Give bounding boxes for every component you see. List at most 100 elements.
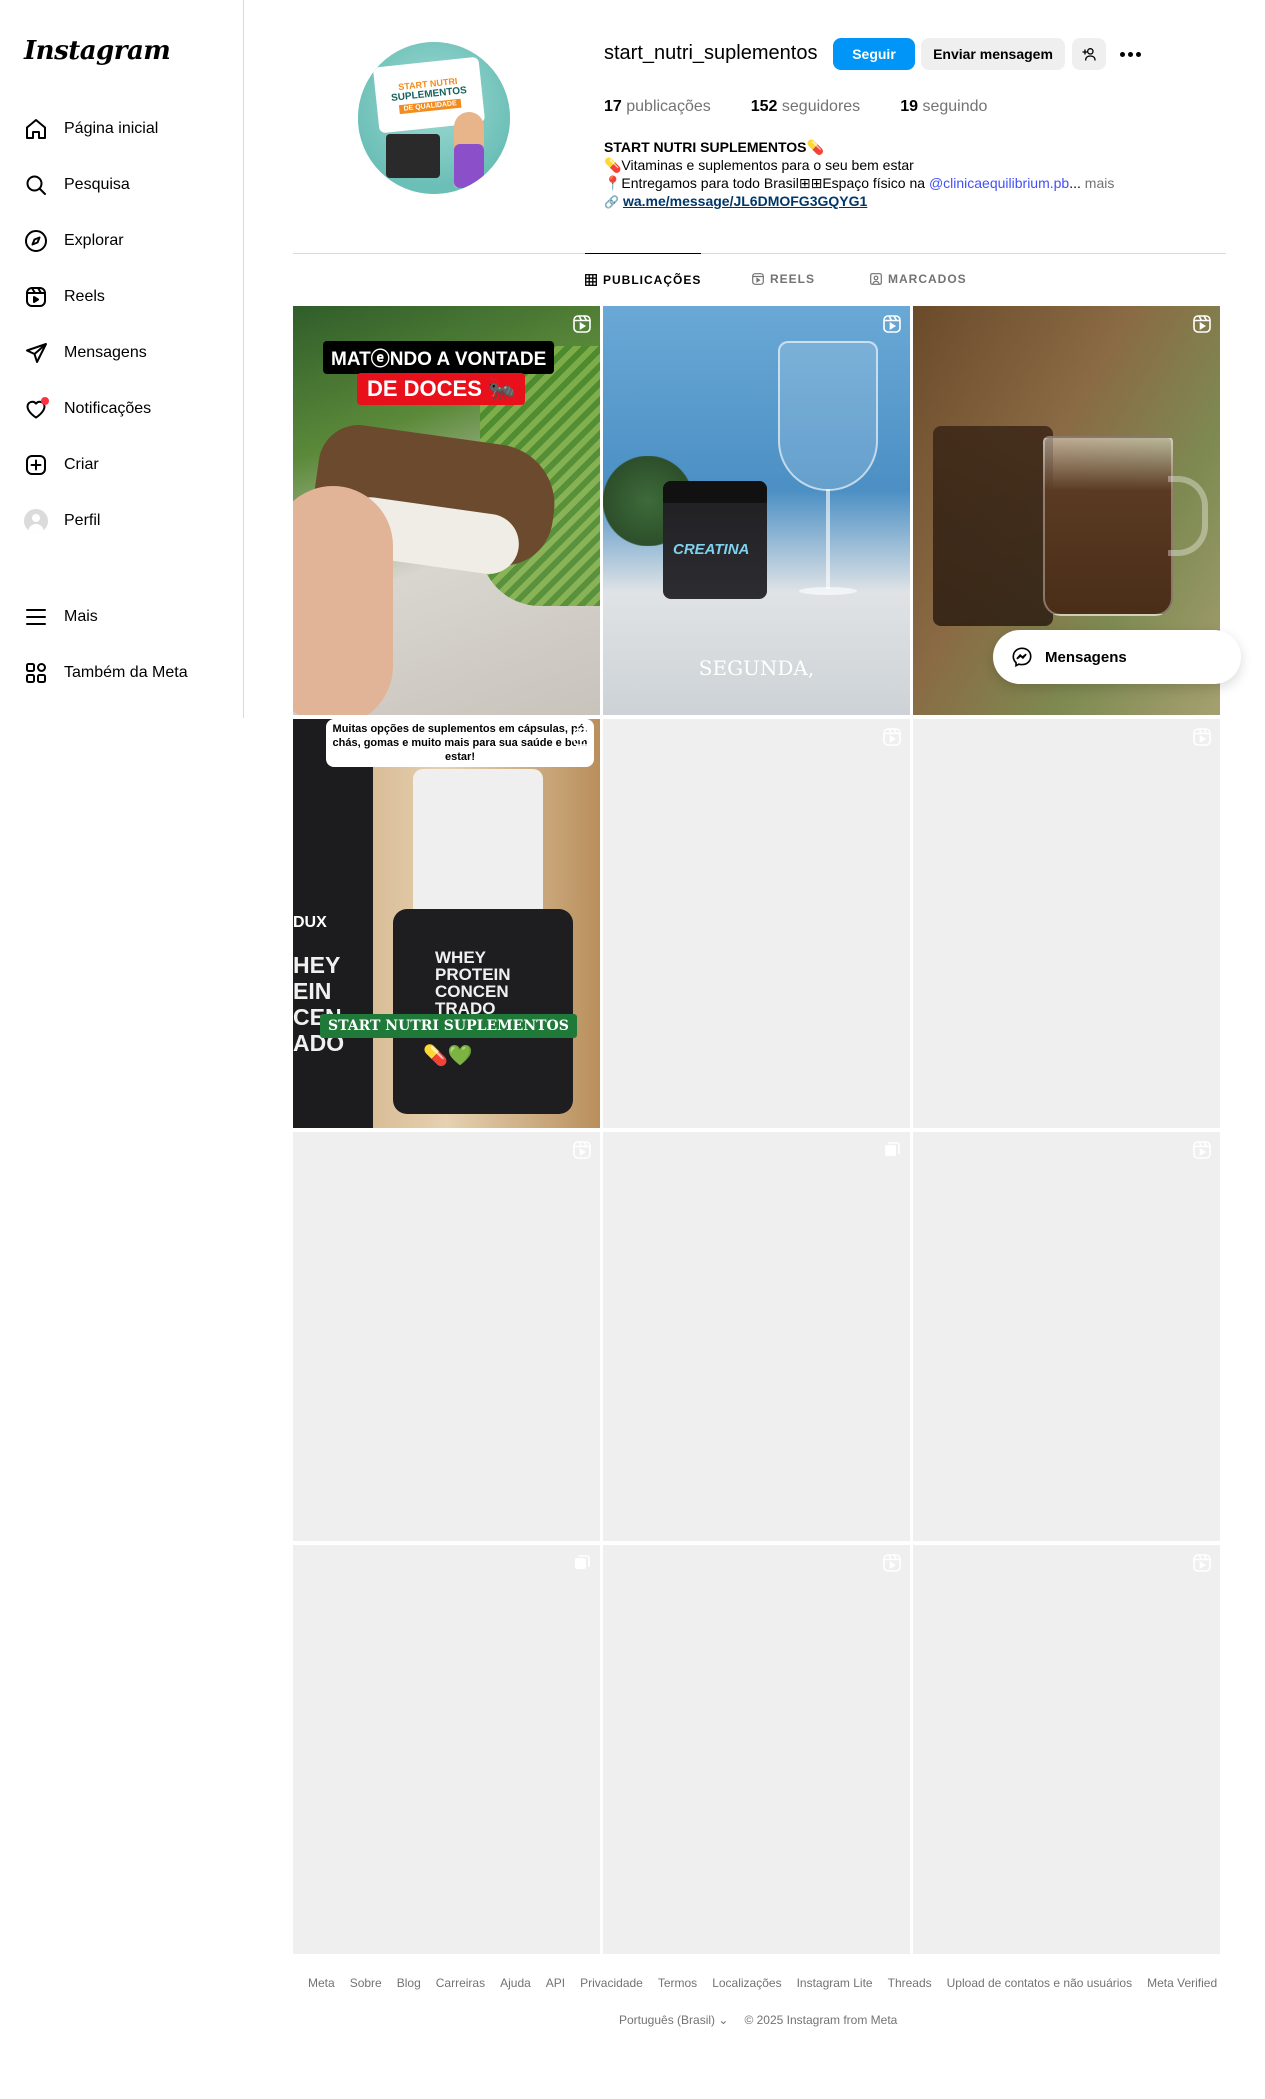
- footer-link[interactable]: Privacidade: [580, 1976, 643, 1990]
- carousel-badge-icon: [572, 1553, 592, 1573]
- reels-icon: [24, 285, 48, 309]
- footer-link[interactable]: Localizações: [712, 1976, 781, 1990]
- tab-label: REELS: [770, 272, 816, 286]
- options-button[interactable]: [1116, 42, 1144, 66]
- post-image-detail: [933, 426, 1053, 626]
- send-icon: [24, 341, 48, 365]
- sidebar-item-home[interactable]: Página inicial: [12, 105, 232, 153]
- link-icon: 🔗: [604, 195, 619, 209]
- post-image-detail: [826, 489, 830, 589]
- stat-followers[interactable]: 152 seguidores: [751, 98, 860, 116]
- suggested-accounts-button[interactable]: [1072, 38, 1106, 70]
- sidebar-item-more[interactable]: Mais: [12, 593, 232, 641]
- reel-badge-icon: [882, 314, 902, 334]
- post-image-detail: [413, 769, 543, 919]
- post-tile-placeholder[interactable]: [603, 1132, 910, 1541]
- footer-link[interactable]: Meta: [308, 1976, 335, 1990]
- profile-stats: 17 publicações 152 seguidores 19 seguind…: [604, 98, 1027, 116]
- profile-picture-person: [454, 112, 484, 188]
- post-tile-placeholder[interactable]: [913, 719, 1220, 1128]
- post-brand-text: DUX: [293, 914, 327, 931]
- sidebar-item-search[interactable]: Pesquisa: [12, 161, 232, 209]
- stat-label: seguindo: [922, 98, 988, 115]
- sidebar-item-explore[interactable]: Explorar: [12, 217, 232, 265]
- footer-link[interactable]: API: [546, 1976, 565, 1990]
- post-caption: Muitas opções de suplementos em cápsulas…: [326, 719, 594, 767]
- post-product-text: WHEY PROTEIN CONCEN TRADO: [435, 948, 511, 1018]
- post-tile[interactable]: MATⓔNDO A VONTADE DE DOCES 🐜: [293, 306, 600, 715]
- footer-link[interactable]: Carreiras: [436, 1976, 485, 1990]
- post-image-detail: [293, 486, 393, 715]
- notification-dot: [41, 397, 49, 405]
- messages-floating-button[interactable]: Mensagens: [993, 630, 1241, 684]
- home-icon: [24, 117, 48, 141]
- post-caption: MATⓔNDO A VONTADE: [323, 341, 555, 374]
- footer-link[interactable]: Ajuda: [500, 1976, 531, 1990]
- sidebar-item-reels[interactable]: Reels: [12, 273, 232, 321]
- messages-floating-label: Mensagens: [1045, 648, 1127, 666]
- post-tile-placeholder[interactable]: [913, 1132, 1220, 1541]
- sidebar-item-label: Reels: [64, 288, 105, 305]
- reel-badge-icon: [1192, 1553, 1212, 1573]
- sidebar-item-label: Mais: [64, 608, 98, 625]
- sidebar-item-messages[interactable]: Mensagens: [12, 329, 232, 377]
- tagged-icon: [870, 273, 882, 285]
- footer-link[interactable]: Blog: [397, 1976, 421, 1990]
- footer-bottom: Português (Brasil) ⌄ © 2025 Instagram fr…: [619, 2013, 897, 2027]
- menu-icon: [24, 605, 48, 629]
- footer-link[interactable]: Upload de contatos e não usuários: [947, 1976, 1132, 1990]
- post-tile[interactable]: CREATINA SEGUNDA,: [603, 306, 910, 715]
- instagram-logo[interactable]: Instagram: [24, 36, 171, 66]
- stat-value: 17: [604, 98, 622, 115]
- bio-more-button[interactable]: mais: [1085, 175, 1115, 191]
- reel-badge-icon: [1192, 1140, 1212, 1160]
- search-icon: [24, 173, 48, 197]
- sidebar-item-profile[interactable]: Perfil: [12, 497, 232, 545]
- footer-link[interactable]: Meta Verified: [1147, 1976, 1217, 1990]
- tab-posts[interactable]: PUBLICAÇÕES: [585, 253, 702, 305]
- sidebar-item-notifications[interactable]: Notificações: [12, 385, 232, 433]
- bio-link[interactable]: wa.me/message/JL6DMOFG3GQYG1: [623, 193, 867, 209]
- tab-tagged[interactable]: MARCADOS: [870, 253, 967, 305]
- sidebar-item-meta[interactable]: Também da Meta: [12, 649, 232, 697]
- tab-reels[interactable]: REELS: [752, 253, 815, 305]
- sidebar-item-label: Notificações: [64, 400, 152, 417]
- bio-line: 💊Vitaminas e suplementos para o seu bem …: [604, 157, 914, 173]
- language-selector[interactable]: Português (Brasil) ⌄: [619, 2013, 728, 2027]
- post-tile-placeholder[interactable]: [913, 1545, 1220, 1954]
- post-product-label: CREATINA: [673, 541, 750, 558]
- compass-icon: [24, 229, 48, 253]
- profile-picture[interactable]: START NUTRI SUPLEMENTOS DE QUALIDADE: [358, 42, 510, 194]
- carousel-badge-icon: [882, 1140, 902, 1160]
- bio-mention[interactable]: @clinicaequilibrium.pb: [929, 175, 1069, 191]
- post-caption: SEGUNDA,: [698, 656, 815, 680]
- reel-badge-icon: [882, 1553, 902, 1573]
- post-tile-placeholder[interactable]: [603, 719, 910, 1128]
- bio-name: START NUTRI SUPLEMENTOS💊: [604, 139, 824, 155]
- send-message-button[interactable]: Enviar mensagem: [921, 38, 1065, 70]
- tab-label: PUBLICAÇÕES: [603, 272, 702, 287]
- post-tile-placeholder[interactable]: [293, 1132, 600, 1541]
- dot: [1127, 51, 1133, 57]
- reel-badge-icon: [572, 1140, 592, 1160]
- sidebar-item-label: Criar: [64, 456, 99, 473]
- bio-line: 📍Entregamos para todo Brasil⊞⊞Espaço fís…: [604, 174, 1124, 192]
- avatar: [24, 509, 48, 533]
- stat-following[interactable]: 19 seguindo: [900, 98, 987, 116]
- footer-link[interactable]: Threads: [888, 1976, 932, 1990]
- post-tile[interactable]: DUX HEY EIN CEN ADO WHEY PROTEIN CONCEN …: [293, 719, 600, 1128]
- post-tile-placeholder[interactable]: [603, 1545, 910, 1954]
- footer-link[interactable]: Sobre: [350, 1976, 382, 1990]
- dot: [1135, 51, 1141, 57]
- reel-badge-icon: [1192, 314, 1212, 334]
- reel-badge-icon: [1192, 727, 1212, 747]
- footer-link[interactable]: Termos: [658, 1976, 697, 1990]
- post-tile-placeholder[interactable]: [293, 1545, 600, 1954]
- footer-link[interactable]: Instagram Lite: [797, 1976, 873, 1990]
- post-emoji: 💊💚: [423, 1045, 473, 1067]
- post-product-text: HEY EIN CEN ADO: [293, 952, 345, 1056]
- sidebar-item-create[interactable]: Criar: [12, 441, 232, 489]
- avatar-wrapper: [24, 509, 48, 533]
- copyright: © 2025 Instagram from Meta: [744, 2013, 898, 2027]
- follow-button[interactable]: Seguir: [833, 38, 915, 70]
